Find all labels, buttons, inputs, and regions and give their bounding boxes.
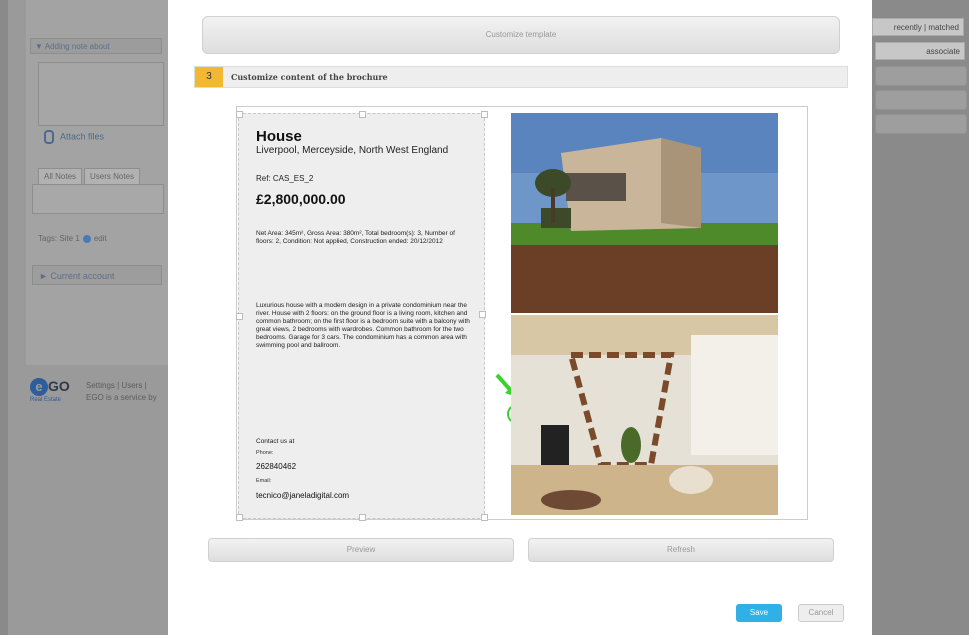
exterior-photo bbox=[511, 113, 778, 313]
attach-files-label: Attach files bbox=[60, 131, 105, 142]
resize-handle[interactable] bbox=[359, 111, 366, 118]
brochure-modal: Customize template 3 Customize content o… bbox=[168, 0, 872, 635]
step-title: Customize content of the brochure bbox=[231, 72, 388, 82]
brochure-phone: 262840462 bbox=[256, 462, 297, 471]
current-account-section[interactable]: ► Current account bbox=[32, 265, 162, 285]
brochure-contact-label: Contact us at bbox=[256, 438, 295, 445]
brochure-price: £2,800,000.00 bbox=[256, 191, 346, 207]
attach-files-link[interactable]: Attach files bbox=[44, 130, 104, 144]
note-textarea[interactable] bbox=[38, 62, 164, 126]
notes-tabs: All Notes Users Notes bbox=[38, 166, 142, 185]
tags-edit-link[interactable]: edit bbox=[94, 234, 107, 243]
right-list-row bbox=[875, 66, 967, 86]
footer-text: Settings | Users | EGO is a service by bbox=[86, 380, 157, 404]
brochure-specs: Net Area: 345m², Gross Area: 380m², Tota… bbox=[256, 230, 455, 245]
right-list-row bbox=[875, 114, 967, 134]
interior-photo bbox=[511, 315, 778, 515]
footer-line-1: Settings | Users | bbox=[86, 381, 147, 390]
logo-text: GO bbox=[48, 378, 70, 394]
brochure-description: Luxurious house with a modern design in … bbox=[256, 302, 470, 349]
tab-all-notes[interactable]: All Notes bbox=[38, 168, 83, 185]
note-header-label: Adding note about bbox=[44, 42, 110, 51]
resize-handle[interactable] bbox=[236, 313, 243, 320]
resize-handle[interactable] bbox=[481, 514, 488, 521]
logo-subtitle: Real Estate bbox=[30, 397, 62, 403]
brochure-preview: House Liverpool, Merceyside, North West … bbox=[236, 106, 808, 521]
paperclip-icon bbox=[44, 130, 54, 144]
logo-e-mark: e bbox=[30, 378, 48, 396]
house-interior-image bbox=[511, 315, 778, 515]
ego-logo: e GO Real Estate bbox=[30, 378, 70, 403]
brochure-ref: Ref: CAS_ES_2 bbox=[256, 174, 314, 183]
brochure-location: Liverpool, Merceyside, North West Englan… bbox=[256, 145, 449, 156]
brochure-phone-label: Phone: bbox=[256, 450, 274, 456]
recently-matched-tabs[interactable]: recently | matched bbox=[872, 18, 964, 36]
resize-handle[interactable] bbox=[236, 111, 243, 118]
tags-row: Tags: Site 1 edit bbox=[38, 234, 107, 243]
brochure-title: House bbox=[256, 128, 302, 145]
cancel-button[interactable]: Cancel bbox=[798, 604, 844, 622]
associate-button[interactable]: associate bbox=[875, 42, 965, 60]
preview-button[interactable]: Preview bbox=[208, 538, 514, 562]
refresh-button[interactable]: Refresh bbox=[528, 538, 834, 562]
resize-handle[interactable] bbox=[481, 111, 488, 118]
footer-line-2: EGO is a service by bbox=[86, 393, 157, 402]
resize-handle[interactable] bbox=[359, 514, 366, 521]
customize-template-button[interactable]: Customize template bbox=[202, 16, 840, 54]
tab-users-notes[interactable]: Users Notes bbox=[84, 168, 141, 185]
step-header: 3 Customize content of the brochure bbox=[194, 66, 848, 88]
globe-icon bbox=[82, 234, 91, 243]
house-exterior-image bbox=[511, 113, 778, 313]
current-account-label: Current account bbox=[50, 271, 115, 281]
brochure-email: tecnico@janeladigital.com bbox=[256, 491, 350, 500]
tags-label: Tags: Site 1 bbox=[38, 234, 80, 243]
step-number: 3 bbox=[195, 67, 223, 87]
notes-tab-body bbox=[32, 184, 164, 214]
right-list-row bbox=[875, 90, 967, 110]
save-button[interactable]: Save bbox=[736, 604, 782, 622]
resize-handle-highlighted[interactable] bbox=[479, 311, 486, 318]
resize-handle[interactable] bbox=[236, 514, 243, 521]
brochure-text-column[interactable]: House Liverpool, Merceyside, North West … bbox=[236, 111, 488, 521]
note-header[interactable]: ▼ Adding note about bbox=[30, 38, 162, 54]
brochure-email-label: Email: bbox=[256, 478, 272, 484]
